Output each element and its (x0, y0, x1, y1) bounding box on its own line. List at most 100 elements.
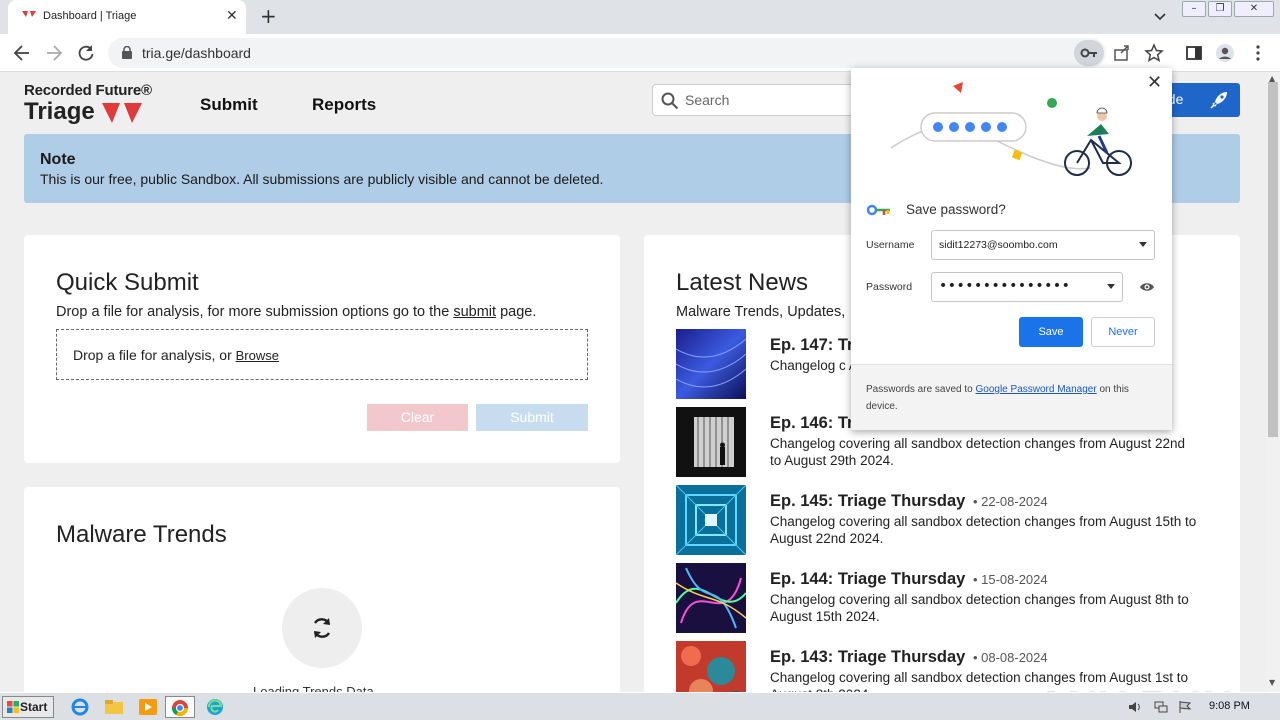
news-date: • 22-08-2024 (969, 494, 1048, 509)
dropzone-text: Drop a file for analysis, or Browse (73, 347, 279, 363)
quick-submit-card: Quick Submit Drop a file for analysis, f… (24, 235, 620, 463)
never-button[interactable]: Never (1091, 317, 1155, 347)
new-tab-button[interactable]: + (260, 4, 277, 28)
save-password-dialog: ✕ Save password? Username sidit12273@soo… (851, 68, 1172, 430)
page-scrollbar[interactable]: ▲ ▼ (1266, 72, 1280, 692)
start-label: Start (20, 700, 48, 714)
anyrun-watermark: ANY RUN (1036, 682, 1234, 692)
tab-title: Dashboard | Triage (43, 10, 137, 22)
news-date-value: 22-08-2024 (981, 494, 1048, 509)
username-value: sidit12273@soombo.com (939, 239, 1058, 251)
news-title-text: Ep. 145: Triage Thursday (770, 492, 966, 510)
password-illustration (891, 82, 1132, 176)
quick-submit-description: Drop a file for analysis, for more submi… (56, 304, 536, 320)
dialog-close-icon[interactable]: ✕ (1147, 72, 1162, 93)
logo-product-text[interactable]: Triage (24, 98, 95, 126)
browse-link[interactable]: Browse (236, 348, 279, 363)
url-text: tria.ge/dashboard (142, 45, 251, 61)
file-explorer-icon[interactable] (102, 696, 126, 718)
window-close-button[interactable]: ✕ (1234, 1, 1274, 17)
news-date: • 15-08-2024 (969, 572, 1048, 587)
browser-toolbar: tria.ge/dashboard (0, 34, 1280, 72)
news-thumbnail (676, 485, 746, 555)
submit-button[interactable]: Submit (476, 404, 588, 431)
browser-tab[interactable]: Dashboard | Triage ✕ (8, 0, 246, 34)
chrome-icon (171, 700, 189, 717)
password-manager-link[interactable]: Google Password Manager (976, 384, 1097, 395)
search-input[interactable]: Search (652, 84, 872, 116)
restore-button[interactable]: ❐ (1208, 1, 1232, 17)
note-text: This is our free, public Sandbox. All su… (40, 171, 604, 187)
windows-taskbar: Start 9:08 PM (0, 692, 1280, 720)
malware-trends-title: Malware Trends (56, 521, 227, 548)
username-select[interactable]: sidit12273@soombo.com (931, 230, 1155, 260)
system-clock: 9:08 PM (1209, 700, 1250, 712)
scrollbar-thumb[interactable] (1268, 82, 1278, 437)
google-key-icon (867, 204, 890, 216)
news-item[interactable]: Ep. 144: Triage Thursday • 15-08-2024 Ch… (676, 563, 1206, 635)
news-title-text: Ep. 147: Tr (770, 336, 854, 354)
lock-icon (122, 46, 132, 59)
address-bar[interactable]: tria.ge/dashboard (108, 38, 1106, 68)
minimize-button[interactable]: – (1182, 1, 1206, 17)
back-arrow-icon[interactable] (12, 43, 32, 63)
news-title-text: Ep. 146: Tr (770, 414, 854, 432)
loading-text: Loading Trends Data (253, 684, 374, 692)
desc-text: Drop a file for analysis, for more submi… (56, 304, 454, 320)
forward-arrow-icon[interactable] (44, 43, 64, 63)
search-icon (661, 92, 679, 110)
profile-avatar-icon[interactable] (1215, 43, 1235, 63)
news-thumbnail (676, 329, 746, 399)
tab-close-icon[interactable]: ✕ (226, 8, 238, 24)
reload-icon[interactable] (76, 43, 96, 63)
username-label: Username (866, 239, 915, 251)
media-player-icon[interactable] (136, 696, 160, 718)
password-field[interactable]: ••••••••••••••• (931, 272, 1123, 302)
password-key-button[interactable] (1074, 40, 1104, 66)
edge-icon[interactable] (203, 696, 227, 718)
news-date: • 08-08-2024 (969, 650, 1048, 665)
logo-brand-text: Recorded Future® (24, 82, 152, 99)
dialog-heading: Save password? (906, 202, 1006, 217)
menu-kebab-icon[interactable] (1248, 43, 1268, 63)
start-button[interactable]: Start (2, 696, 54, 718)
scroll-down-arrow-icon[interactable]: ▼ (1269, 678, 1275, 687)
network-icon[interactable] (1154, 700, 1168, 714)
malware-trends-card: Malware Trends Loading Trends Data (24, 487, 620, 692)
news-item[interactable]: Ep. 145: Triage Thursday • 22-08-2024 Ch… (676, 485, 1206, 557)
action-center-flag-icon[interactable] (1178, 700, 1192, 714)
side-panel-icon[interactable] (1184, 43, 1204, 63)
nav-submit-link[interactable]: Submit (200, 95, 258, 115)
windows-logo-icon (7, 701, 19, 713)
news-description: Changelog covering all sandbox detection… (770, 592, 1189, 624)
internet-explorer-icon[interactable] (68, 696, 92, 718)
quick-submit-title: Quick Submit (56, 269, 199, 296)
rocket-icon (1210, 92, 1227, 109)
chevron-down-icon (1139, 242, 1147, 247)
show-password-eye-icon[interactable] (1139, 281, 1155, 293)
note-title: Note (40, 151, 76, 168)
bookmark-star-icon[interactable] (1144, 43, 1164, 63)
key-icon (1080, 48, 1097, 58)
clear-button[interactable]: Clear (367, 404, 468, 431)
file-dropzone[interactable]: Drop a file for analysis, or Browse (56, 329, 588, 380)
news-thumbnail (676, 407, 746, 477)
tab-bar: Dashboard | Triage ✕ + – ❐ ✕ (0, 0, 1280, 34)
news-title: Ep. 145: Triage Thursday • 22-08-2024 (770, 492, 1048, 511)
news-description: Changelog covering all sandbox detection… (770, 436, 1186, 468)
latest-news-subtitle: Malware Trends, Updates, (676, 304, 846, 320)
volume-icon[interactable] (1128, 700, 1142, 714)
search-placeholder: Search (685, 92, 730, 108)
nav-reports-link[interactable]: Reports (312, 95, 376, 115)
refresh-icon (313, 618, 331, 638)
triage-logo-icon (102, 103, 142, 123)
password-label: Password (866, 281, 913, 293)
news-title: Ep. 144: Triage Thursday • 15-08-2024 (770, 570, 1048, 589)
share-icon[interactable] (1112, 43, 1132, 63)
tab-search-chevron-icon[interactable] (1152, 10, 1168, 24)
submit-page-link[interactable]: submit (453, 304, 496, 320)
chrome-taskbar-button[interactable] (165, 696, 195, 718)
save-password-button[interactable]: Save (1019, 317, 1083, 347)
desc-text-end: page. (496, 304, 537, 320)
news-title: Ep. 146: Tr (770, 414, 853, 433)
